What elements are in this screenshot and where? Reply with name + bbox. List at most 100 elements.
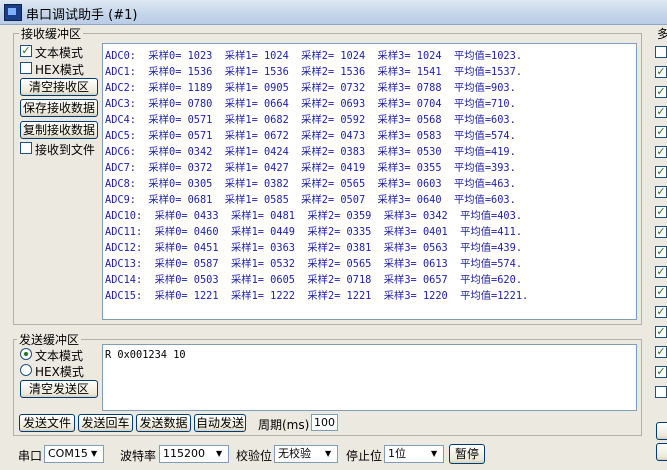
clear-receive-button[interactable]: 清空接收区 (20, 78, 98, 96)
window-title: 串口调试助手 (#1) (26, 8, 138, 23)
receive-line: ADC1: 采样0= 1536 采样1= 1536 采样2= 1536 采样3=… (105, 66, 523, 78)
text-mode-label[interactable]: 文本模式 (35, 44, 83, 61)
right-panel-checkbox[interactable]: ✓ (655, 346, 667, 358)
right-panel-checkbox[interactable]: ✓ (655, 106, 667, 118)
right-panel-checkbox[interactable]: ✓ (655, 146, 667, 158)
receive-line: ADC10: 采样0= 0433 采样1= 0481 采样2= 0359 采样3… (105, 210, 523, 222)
port-select[interactable]: COM15 (44, 445, 104, 463)
send-text-mode-label[interactable]: 文本模式 (35, 347, 83, 364)
parity-label: 校验位 (236, 449, 273, 463)
right-panel-checkbox[interactable]: ✓ (655, 246, 667, 258)
right-panel-button[interactable] (656, 443, 667, 461)
app-icon (4, 4, 22, 21)
check-mark-icon: ✓ (656, 66, 666, 78)
stopbits-label: 停止位 (346, 449, 383, 463)
receive-line: ADC7: 采样0= 0372 采样1= 0427 采样2= 0419 采样3=… (105, 162, 516, 174)
check-mark-icon: ✓ (656, 326, 666, 338)
parity-value: 无校验 (278, 447, 311, 460)
right-panel-checkbox[interactable]: ✓ (655, 206, 667, 218)
port-value: COM15 (48, 447, 88, 460)
chevron-down-icon[interactable] (322, 447, 336, 461)
right-panel-checkbox[interactable]: ✓ (655, 366, 667, 378)
right-panel-button[interactable] (656, 422, 667, 440)
stopbits-value: 1位 (388, 447, 406, 460)
check-mark-icon: ✓ (656, 106, 666, 118)
right-panel-checkbox[interactable]: ✓ (655, 306, 667, 318)
check-mark-icon: ✓ (656, 206, 666, 218)
receive-line: ADC2: 采样0= 1189 采样1= 0905 采样2= 0732 采样3=… (105, 82, 516, 94)
parity-select[interactable]: 无校验 (274, 445, 338, 463)
check-mark-icon: ✓ (656, 286, 666, 298)
chevron-down-icon[interactable] (213, 447, 227, 461)
right-panel-checkbox[interactable]: ✓ (655, 286, 667, 298)
check-mark-icon: ✓ (656, 146, 666, 158)
send-crlf-button[interactable]: 发送回车 (78, 414, 133, 432)
right-panel-checkbox[interactable]: ✓ (655, 126, 667, 138)
right-panel-checkbox[interactable]: ✓ (655, 186, 667, 198)
check-mark-icon: ✓ (656, 266, 666, 278)
text-mode-checkbox[interactable]: ✓ (20, 45, 32, 57)
receive-line: ADC8: 采样0= 0305 采样1= 0382 采样2= 0565 采样3=… (105, 178, 516, 190)
auto-send-button[interactable]: 自动发送 (194, 414, 246, 432)
check-mark-icon: ✓ (656, 366, 666, 378)
send-group-label: 发送缓冲区 (17, 331, 82, 348)
receive-line: ADC5: 采样0= 0571 采样1= 0672 采样2= 0473 采样3=… (105, 130, 516, 142)
receive-line: ADC6: 采样0= 0342 采样1= 0424 采样2= 0383 采样3=… (105, 146, 516, 158)
save-receive-button[interactable]: 保存接收数据 (20, 99, 98, 117)
right-panel-label: 多 (657, 27, 667, 41)
right-panel-checkbox[interactable] (655, 46, 667, 58)
send-textarea[interactable]: R 0x001234 10 (102, 344, 637, 411)
right-panel-checkbox[interactable]: ✓ (655, 66, 667, 78)
check-mark-icon: ✓ (656, 346, 666, 358)
right-panel-checkbox[interactable] (655, 386, 667, 398)
send-data-button[interactable]: 发送数据 (136, 414, 191, 432)
check-mark-icon: ✓ (656, 246, 666, 258)
receive-line: ADC11: 采样0= 0460 采样1= 0449 采样2= 0335 采样3… (105, 226, 523, 238)
right-panel-checkbox[interactable]: ✓ (655, 86, 667, 98)
right-panel-checkbox[interactable]: ✓ (655, 326, 667, 338)
check-mark-icon: ✓ (656, 226, 666, 238)
baud-value: 115200 (163, 447, 205, 460)
receive-line: ADC4: 采样0= 0571 采样1= 0682 采样2= 0592 采样3=… (105, 114, 516, 126)
period-input[interactable]: 100 (311, 414, 338, 431)
port-label: 串口 (18, 449, 43, 463)
receive-line: ADC12: 采样0= 0451 采样1= 0363 采样2= 0381 采样3… (105, 242, 523, 254)
chevron-down-icon[interactable] (428, 447, 442, 461)
receive-to-file-label[interactable]: 接收到文件 (35, 141, 95, 158)
baud-label: 波特率 (120, 449, 157, 463)
right-panel-checkbox[interactable]: ✓ (655, 166, 667, 178)
stopbits-select[interactable]: 1位 (384, 445, 444, 463)
receive-line: ADC15: 采样0= 1221 采样1= 1222 采样2= 1221 采样3… (105, 290, 529, 302)
send-content: R 0x001234 10 (105, 349, 186, 361)
receive-group-label: 接收缓冲区 (19, 25, 84, 42)
check-mark-icon: ✓ (656, 186, 666, 198)
send-hex-mode-label[interactable]: HEX模式 (35, 363, 84, 380)
pause-button[interactable]: 暂停 (449, 444, 485, 464)
receive-textarea[interactable]: ADC0: 采样0= 1023 采样1= 1024 采样2= 1024 采样3=… (102, 43, 637, 320)
send-hex-mode-radio[interactable] (20, 364, 32, 376)
send-text-mode-radio[interactable] (20, 348, 32, 360)
receive-line: ADC13: 采样0= 0587 采样1= 0532 采样2= 0565 采样3… (105, 258, 523, 270)
receive-line: ADC3: 采样0= 0780 采样1= 0664 采样2= 0693 采样3=… (105, 98, 516, 110)
check-mark-icon: ✓ (21, 44, 31, 57)
right-panel-checkbox[interactable]: ✓ (655, 226, 667, 238)
check-mark-icon: ✓ (656, 166, 666, 178)
period-value: 100 (314, 416, 335, 429)
receive-line: ADC0: 采样0= 1023 采样1= 1024 采样2= 1024 采样3=… (105, 50, 523, 62)
hex-mode-checkbox[interactable] (20, 62, 32, 74)
check-mark-icon: ✓ (656, 306, 666, 318)
check-mark-icon: ✓ (656, 126, 666, 138)
right-panel-checkbox[interactable]: ✓ (655, 266, 667, 278)
clear-send-button[interactable]: 清空发送区 (20, 380, 98, 398)
receive-to-file-checkbox[interactable] (20, 142, 32, 154)
send-file-button[interactable]: 发送文件 (19, 414, 75, 432)
period-label: 周期(ms) (258, 418, 310, 432)
chevron-down-icon[interactable] (88, 447, 102, 461)
title-bar[interactable]: 串口调试助手 (#1) (0, 0, 667, 25)
receive-line: ADC14: 采样0= 0503 采样1= 0605 采样2= 0718 采样3… (105, 274, 523, 286)
check-mark-icon: ✓ (656, 86, 666, 98)
hex-mode-label[interactable]: HEX模式 (35, 61, 84, 78)
receive-line: ADC9: 采样0= 0681 采样1= 0585 采样2= 0507 采样3=… (105, 194, 516, 206)
copy-receive-button[interactable]: 复制接收数据 (20, 121, 98, 139)
baud-select[interactable]: 115200 (159, 445, 229, 463)
